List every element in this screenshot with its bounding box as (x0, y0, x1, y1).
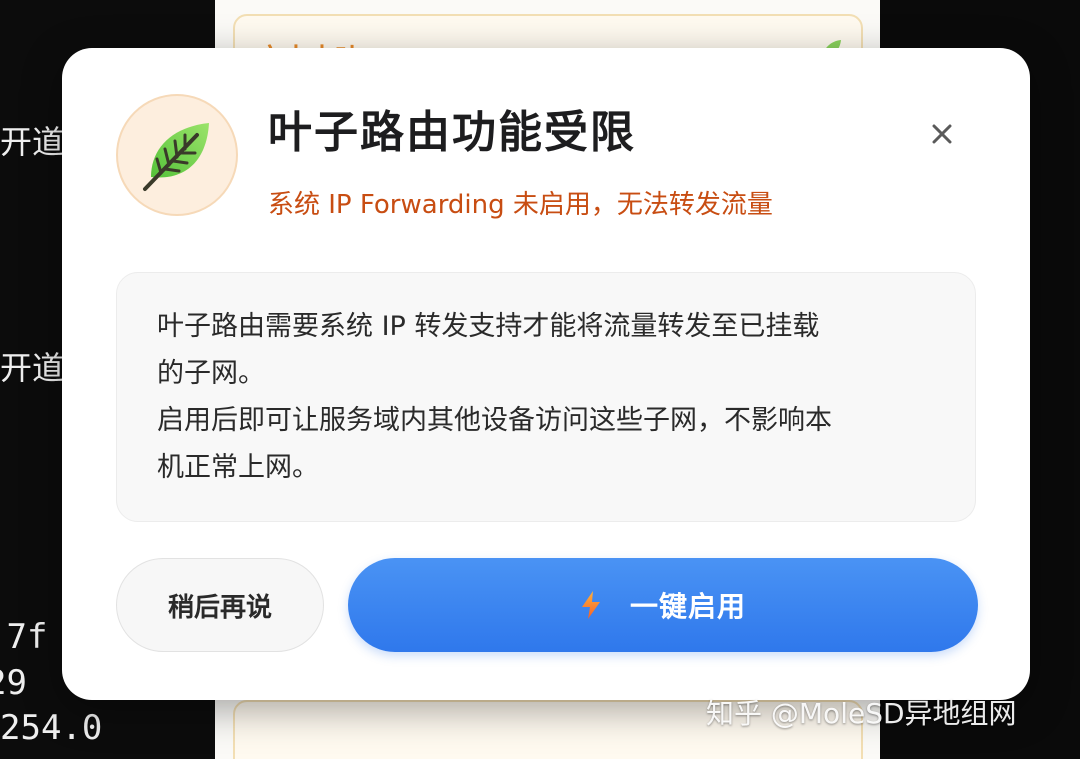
terminal-line: 开道 (0, 123, 65, 161)
info-text-line: 机正常上网。 (157, 452, 319, 483)
ip-forwarding-dialog: 叶子路由功能受限 系统 IP Forwarding 未启用，无法转发流量 叶子路… (62, 48, 1030, 700)
enable-button-label: 一键启用 (629, 590, 746, 623)
terminal-line: 29 (0, 663, 27, 703)
dialog-subtitle: 系统 IP Forwarding 未启用，无法转发流量 (268, 190, 773, 220)
dialog-title: 叶子路由功能受限 (268, 107, 636, 158)
info-text-line: 叶子路由需要系统 IP 转发支持才能将流量转发至已挂载 (157, 311, 820, 342)
terminal-line: 开道 (0, 349, 65, 387)
terminal-line: 254.0 (0, 708, 103, 748)
info-text-line: 的子网。 (157, 358, 265, 389)
close-button[interactable] (924, 116, 960, 152)
terminal-line: :7f (0, 617, 48, 657)
screen: 开道 开道 :7f 29 254.0 启中本叶 (0, 0, 1080, 759)
leaf-badge (116, 94, 238, 216)
later-button[interactable]: 稍后再说 (116, 558, 324, 652)
info-text-line: 启用后即可让服务域内其他设备访问这些子网，不影响本 (157, 405, 832, 436)
leaf-icon (143, 123, 209, 191)
enable-button[interactable]: 一键启用 (348, 558, 978, 652)
info-box: 叶子路由需要系统 IP 转发支持才能将流量转发至已挂载 的子网。 启用后即可让服… (116, 272, 976, 522)
lightning-icon (581, 591, 600, 619)
close-icon (932, 124, 952, 144)
watermark: 知乎 @MoleSD异地组网 (706, 697, 1017, 730)
